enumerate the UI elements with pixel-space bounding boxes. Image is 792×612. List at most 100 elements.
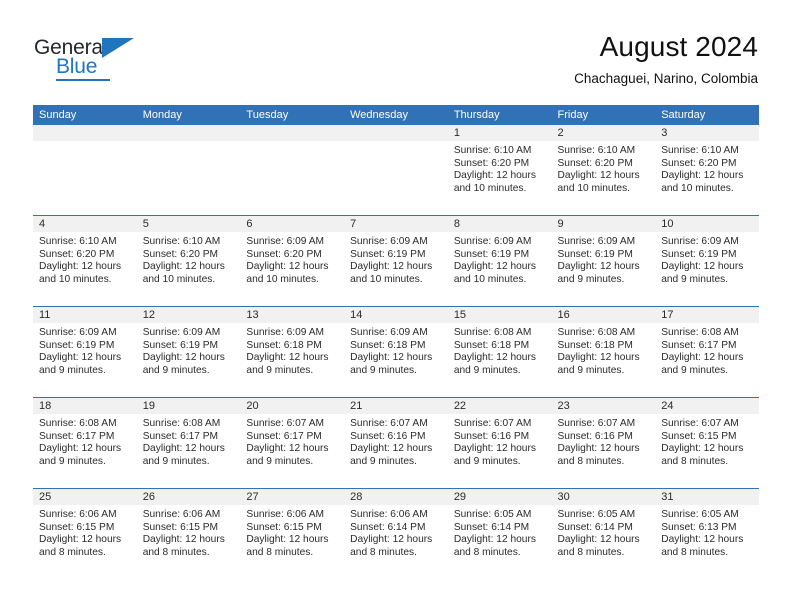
day-number-cell[interactable]: 31 [655,489,759,505]
day-cell-empty [240,141,344,215]
day-number-cell[interactable]: 20 [240,398,344,414]
calendar-week-row: 25 26 27 28 29 30 31 Sunrise: 6:06 AM Sunset: 6… [33,488,759,579]
day-number-cell-empty [344,125,448,141]
calendar-grid: Sunday Monday Tuesday Wednesday Thursday… [33,105,759,579]
day-number-cell[interactable]: 4 [33,216,137,232]
day-cell[interactable]: Sunrise: 6:07 AM Sunset: 6:16 PM Dayligh… [344,414,448,488]
day-cell[interactable]: Sunrise: 6:10 AM Sunset: 6:20 PM Dayligh… [552,141,656,215]
day-number-cell[interactable]: 22 [448,398,552,414]
day-cell[interactable]: Sunrise: 6:09 AM Sunset: 6:19 PM Dayligh… [137,323,241,397]
day-cell[interactable]: Sunrise: 6:09 AM Sunset: 6:19 PM Dayligh… [33,323,137,397]
day-cell[interactable]: Sunrise: 6:06 AM Sunset: 6:15 PM Dayligh… [137,505,241,579]
day-cell[interactable]: Sunrise: 6:08 AM Sunset: 6:17 PM Dayligh… [655,323,759,397]
day-cell[interactable]: Sunrise: 6:06 AM Sunset: 6:15 PM Dayligh… [240,505,344,579]
day-cell[interactable]: Sunrise: 6:06 AM Sunset: 6:14 PM Dayligh… [344,505,448,579]
sun-times-text: Sunrise: 6:08 AM Sunset: 6:17 PM Dayligh… [39,418,122,467]
day-number-cell[interactable]: 8 [448,216,552,232]
day-number: 21 [350,400,363,412]
week-body: Sunrise: 6:10 AM Sunset: 6:20 PM Dayligh… [33,141,759,215]
day-number-cell[interactable]: 9 [552,216,656,232]
day-number-cell[interactable]: 2 [552,125,656,141]
sun-times-text: Sunrise: 6:09 AM Sunset: 6:19 PM Dayligh… [453,236,536,285]
day-number: 25 [39,491,52,503]
day-number-band: 11 12 13 14 15 16 17 [33,307,759,323]
day-number-cell[interactable]: 23 [552,398,656,414]
calendar-page: General Blue August 2024 Chachaguei, Nar… [0,0,792,612]
title-block: August 2024 Chachaguei, Narino, Colombia [574,30,758,89]
page-subtitle: Chachaguei, Narino, Colombia [574,71,758,86]
day-number-cell[interactable]: 6 [240,216,344,232]
day-cell[interactable]: Sunrise: 6:07 AM Sunset: 6:16 PM Dayligh… [448,414,552,488]
day-cell[interactable]: Sunrise: 6:09 AM Sunset: 6:18 PM Dayligh… [240,323,344,397]
day-cell[interactable]: Sunrise: 6:08 AM Sunset: 6:18 PM Dayligh… [448,323,552,397]
week-body: Sunrise: 6:06 AM Sunset: 6:15 PM Dayligh… [33,505,759,579]
day-number-cell[interactable]: 10 [655,216,759,232]
day-number-cell-empty [33,125,137,141]
day-cell[interactable]: Sunrise: 6:10 AM Sunset: 6:20 PM Dayligh… [448,141,552,215]
day-cell[interactable]: Sunrise: 6:09 AM Sunset: 6:19 PM Dayligh… [344,232,448,306]
day-number-cell[interactable]: 29 [448,489,552,505]
day-cell-empty [137,141,241,215]
sun-times-text: Sunrise: 6:06 AM Sunset: 6:15 PM Dayligh… [142,509,225,558]
day-number-cell[interactable]: 26 [137,489,241,505]
day-number-cell[interactable]: 17 [655,307,759,323]
day-number-cell[interactable]: 24 [655,398,759,414]
day-cell[interactable]: Sunrise: 6:09 AM Sunset: 6:19 PM Dayligh… [552,232,656,306]
sun-times-text: Sunrise: 6:08 AM Sunset: 6:17 PM Dayligh… [142,418,225,467]
sun-times-text: Sunrise: 6:09 AM Sunset: 6:19 PM Dayligh… [142,327,225,376]
day-number: 27 [246,491,259,503]
day-number-cell[interactable]: 18 [33,398,137,414]
day-number-cell[interactable]: 28 [344,489,448,505]
day-cell[interactable]: Sunrise: 6:09 AM Sunset: 6:19 PM Dayligh… [655,232,759,306]
day-cell[interactable]: Sunrise: 6:10 AM Sunset: 6:20 PM Dayligh… [33,232,137,306]
day-number-band: 18 19 20 21 22 23 24 [33,398,759,414]
sun-times-text: Sunrise: 6:09 AM Sunset: 6:19 PM Dayligh… [39,327,122,376]
day-number-cell[interactable]: 19 [137,398,241,414]
day-cell[interactable]: Sunrise: 6:10 AM Sunset: 6:20 PM Dayligh… [137,232,241,306]
day-cell[interactable]: Sunrise: 6:09 AM Sunset: 6:18 PM Dayligh… [344,323,448,397]
day-number: 31 [661,491,674,503]
sun-times-text: Sunrise: 6:05 AM Sunset: 6:14 PM Dayligh… [453,509,536,558]
day-number-cell[interactable]: 1 [448,125,552,141]
day-number-cell[interactable]: 21 [344,398,448,414]
day-number-cell[interactable]: 30 [552,489,656,505]
day-number-cell[interactable]: 25 [33,489,137,505]
sun-times-text: Sunrise: 6:07 AM Sunset: 6:15 PM Dayligh… [661,418,744,467]
day-number-cell[interactable]: 3 [655,125,759,141]
day-cell[interactable]: Sunrise: 6:06 AM Sunset: 6:15 PM Dayligh… [33,505,137,579]
day-number-cell[interactable]: 11 [33,307,137,323]
day-cell[interactable]: Sunrise: 6:07 AM Sunset: 6:15 PM Dayligh… [655,414,759,488]
day-number-cell[interactable]: 15 [448,307,552,323]
day-number-cell[interactable]: 27 [240,489,344,505]
day-number: 1 [453,127,460,139]
day-cell[interactable]: Sunrise: 6:09 AM Sunset: 6:20 PM Dayligh… [240,232,344,306]
day-cell[interactable]: Sunrise: 6:05 AM Sunset: 6:14 PM Dayligh… [552,505,656,579]
day-cell[interactable]: Sunrise: 6:07 AM Sunset: 6:16 PM Dayligh… [552,414,656,488]
day-cell[interactable]: Sunrise: 6:05 AM Sunset: 6:13 PM Dayligh… [655,505,759,579]
sun-times-text: Sunrise: 6:08 AM Sunset: 6:18 PM Dayligh… [557,327,640,376]
day-number: 7 [350,218,357,230]
day-cell[interactable]: Sunrise: 6:07 AM Sunset: 6:17 PM Dayligh… [240,414,344,488]
day-cell[interactable]: Sunrise: 6:05 AM Sunset: 6:14 PM Dayligh… [448,505,552,579]
sun-times-text: Sunrise: 6:10 AM Sunset: 6:20 PM Dayligh… [661,145,744,194]
sun-times-text: Sunrise: 6:10 AM Sunset: 6:20 PM Dayligh… [453,145,536,194]
day-number-cell[interactable]: 16 [552,307,656,323]
day-number: 28 [350,491,363,503]
week-body: Sunrise: 6:09 AM Sunset: 6:19 PM Dayligh… [33,323,759,397]
day-number-cell[interactable]: 12 [137,307,241,323]
page-header: General Blue August 2024 Chachaguei, Nar… [0,0,792,100]
day-number-cell[interactable]: 5 [137,216,241,232]
day-number-cell[interactable]: 13 [240,307,344,323]
day-cell-empty [33,141,137,215]
day-number: 19 [142,400,155,412]
day-number-cell[interactable]: 7 [344,216,448,232]
day-number-band: 25 26 27 28 29 30 31 [33,489,759,505]
day-cell[interactable]: Sunrise: 6:09 AM Sunset: 6:19 PM Dayligh… [448,232,552,306]
day-cell[interactable]: Sunrise: 6:08 AM Sunset: 6:17 PM Dayligh… [33,414,137,488]
day-number-band: 4 5 6 7 8 9 10 [33,216,759,232]
day-cell[interactable]: Sunrise: 6:08 AM Sunset: 6:18 PM Dayligh… [552,323,656,397]
day-number: 30 [557,491,570,503]
day-number-cell[interactable]: 14 [344,307,448,323]
day-cell[interactable]: Sunrise: 6:08 AM Sunset: 6:17 PM Dayligh… [137,414,241,488]
day-cell[interactable]: Sunrise: 6:10 AM Sunset: 6:20 PM Dayligh… [655,141,759,215]
